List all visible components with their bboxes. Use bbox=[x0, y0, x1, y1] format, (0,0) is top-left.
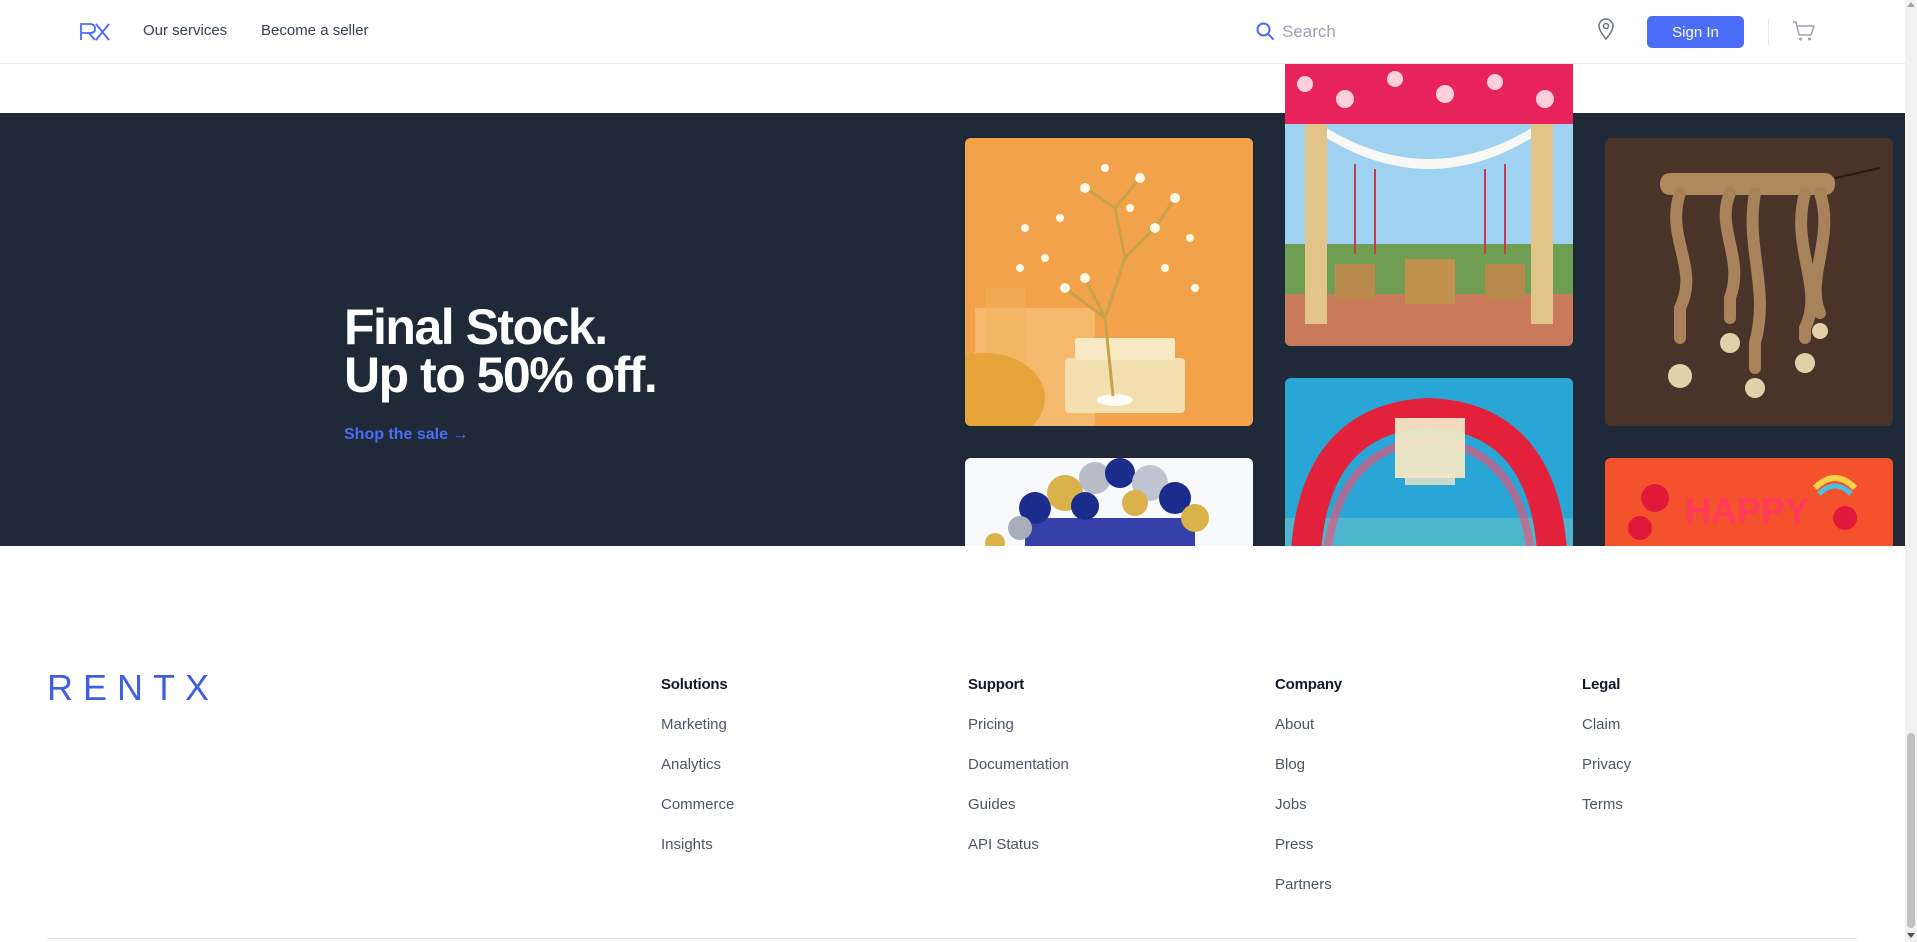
page-scrollbar[interactable] bbox=[1905, 0, 1917, 942]
footer-link-documentation[interactable]: Documentation bbox=[968, 756, 1069, 796]
scroll-up-arrow-icon[interactable] bbox=[1907, 2, 1915, 7]
footer-link-insights[interactable]: Insights bbox=[661, 836, 734, 876]
nav-our-services[interactable]: Our services bbox=[143, 22, 227, 39]
footer-heading-solutions: Solutions bbox=[661, 676, 728, 693]
top-navbar: Our services Become a seller Sign In bbox=[0, 0, 1905, 64]
shop-the-sale-link[interactable]: Shop the sale → bbox=[344, 426, 468, 444]
footer-divider bbox=[47, 938, 1857, 939]
wedding-mandap-image[interactable] bbox=[1285, 64, 1573, 346]
location-pin-icon[interactable] bbox=[1596, 17, 1616, 41]
floral-arch-image[interactable] bbox=[1285, 378, 1573, 546]
header-divider bbox=[1768, 19, 1769, 45]
footer-link-privacy[interactable]: Privacy bbox=[1582, 756, 1631, 796]
footer-column-company: Company About Blog Jobs Press Partners bbox=[1275, 676, 1342, 916]
scrollbar-thumb[interactable] bbox=[1907, 733, 1915, 928]
footer-link-analytics[interactable]: Analytics bbox=[661, 756, 734, 796]
footer-link-marketing[interactable]: Marketing bbox=[661, 716, 734, 756]
search-icon bbox=[1256, 22, 1274, 40]
hero-title: Final Stock. Up to 50% off. bbox=[344, 299, 658, 403]
footer-heading-support: Support bbox=[968, 676, 1025, 693]
footer-column-support: Support Pricing Documentation Guides API… bbox=[968, 676, 1069, 876]
footer-link-pricing[interactable]: Pricing bbox=[968, 716, 1069, 756]
footer-link-partners[interactable]: Partners bbox=[1275, 876, 1342, 916]
sign-in-button[interactable]: Sign In bbox=[1647, 16, 1744, 48]
footer-heading-company: Company bbox=[1275, 676, 1342, 693]
footer-link-about[interactable]: About bbox=[1275, 716, 1342, 756]
nav-become-seller[interactable]: Become a seller bbox=[261, 22, 369, 39]
rentx-logo[interactable]: RENTX bbox=[47, 672, 259, 704]
happy-birthday-balloons-image[interactable]: HAPPY bbox=[1605, 458, 1893, 546]
footer-link-claim[interactable]: Claim bbox=[1582, 716, 1631, 756]
footer-link-guides[interactable]: Guides bbox=[968, 796, 1069, 836]
balloon-garland-image[interactable] bbox=[965, 458, 1253, 546]
rx-logo-icon[interactable] bbox=[78, 20, 112, 44]
footer-link-press[interactable]: Press bbox=[1275, 836, 1342, 876]
hero-title-line-1: Final Stock. bbox=[344, 299, 608, 355]
tree-lamp-image[interactable] bbox=[965, 138, 1253, 426]
search-input[interactable] bbox=[1282, 17, 1562, 47]
footer-link-blog[interactable]: Blog bbox=[1275, 756, 1342, 796]
footer-link-api-status[interactable]: API Status bbox=[968, 836, 1069, 876]
hero-title-line-2: Up to 50% off. bbox=[344, 347, 658, 403]
footer-column-legal: Legal Claim Privacy Terms bbox=[1582, 676, 1631, 836]
footer-link-terms[interactable]: Terms bbox=[1582, 796, 1631, 836]
footer-heading-legal: Legal bbox=[1582, 676, 1621, 693]
footer-link-commerce[interactable]: Commerce bbox=[661, 796, 734, 836]
cart-icon[interactable] bbox=[1792, 20, 1816, 42]
footer-link-jobs[interactable]: Jobs bbox=[1275, 796, 1342, 836]
rope-pendant-lamp-image[interactable] bbox=[1605, 138, 1893, 426]
sale-hero-section: Final Stock. Up to 50% off. Shop the sal… bbox=[0, 113, 1905, 546]
scroll-down-arrow-icon[interactable] bbox=[1907, 933, 1915, 938]
rentx-logo-text: RENTX bbox=[47, 672, 219, 704]
svg-text:HAPPY: HAPPY bbox=[1685, 490, 1809, 531]
page: Our services Become a seller Sign In Fin… bbox=[0, 0, 1917, 942]
footer-column-solutions: Solutions Marketing Analytics Commerce I… bbox=[661, 676, 734, 876]
